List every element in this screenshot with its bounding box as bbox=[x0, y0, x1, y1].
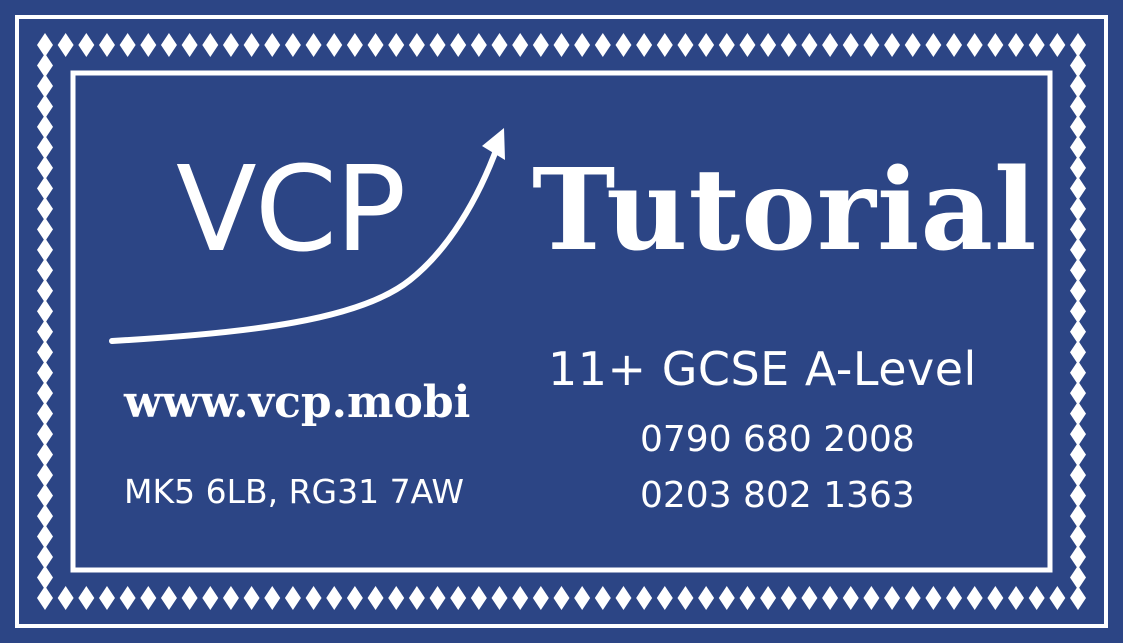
website-link[interactable]: www.vcp.mobi bbox=[124, 381, 470, 425]
brand-name: VCP bbox=[176, 140, 406, 278]
phone-number-2[interactable]: 0203 802 1363 bbox=[640, 478, 915, 514]
postcodes: MK5 6LB, RG31 7AW bbox=[124, 472, 464, 511]
brand-tagline: Tutorial bbox=[532, 145, 1038, 276]
growth-arrow-icon bbox=[109, 128, 505, 344]
phone-number-1[interactable]: 0790 680 2008 bbox=[640, 422, 915, 458]
subjects-offered: 11+ GCSE A-Level bbox=[548, 342, 977, 396]
business-card: VCP Tutorial 11+ GCSE A-Level www.vcp.mo… bbox=[0, 0, 1123, 643]
